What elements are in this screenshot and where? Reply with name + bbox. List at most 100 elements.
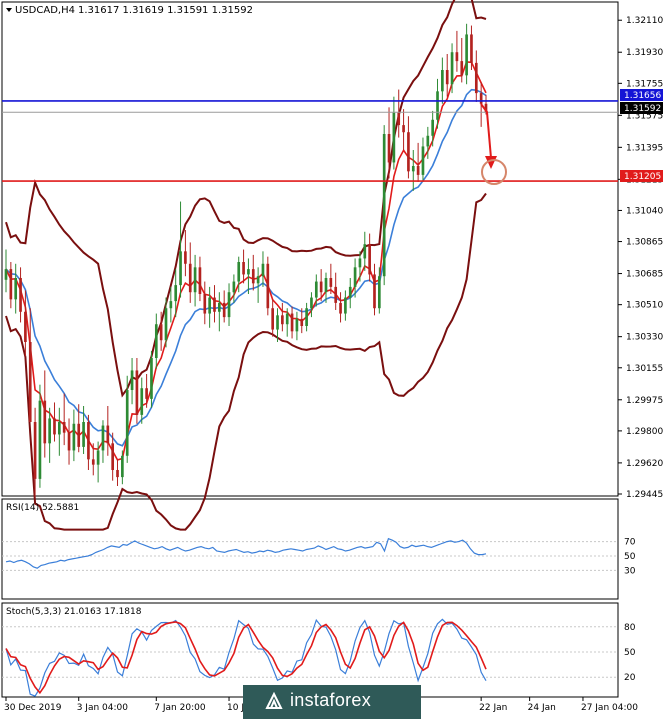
candle-body xyxy=(465,34,468,76)
price-chart-svg: 1.321101.319301.317551.315751.313951.312… xyxy=(0,0,665,719)
candle-body xyxy=(38,400,42,479)
candle-body xyxy=(91,459,95,465)
candle-body xyxy=(353,267,357,287)
candle-body xyxy=(290,313,294,332)
candle-body xyxy=(373,274,376,309)
candle-body xyxy=(135,370,139,415)
time-tick-label: 30 Dec 2019 xyxy=(4,703,62,713)
candle-body xyxy=(203,294,207,314)
candle-body xyxy=(164,308,168,341)
candle-body xyxy=(329,278,333,287)
candle-body xyxy=(314,281,318,298)
candle-body xyxy=(402,125,405,133)
time-tick-label: 22 Jan xyxy=(479,703,507,713)
candle-body xyxy=(87,422,90,460)
stoch-tick-label: 20 xyxy=(624,673,636,683)
price-tick-label: 1.32110 xyxy=(626,16,663,26)
price-tick-label: 1.29445 xyxy=(626,490,663,500)
candle-body xyxy=(62,422,66,433)
time-tick-label: 24 Jan xyxy=(528,703,556,713)
price-tick-label: 1.30155 xyxy=(626,364,663,374)
candle-body xyxy=(411,166,415,172)
price-tick-label: 1.30510 xyxy=(626,301,663,311)
candle-body xyxy=(125,390,129,456)
price-tick-label: 1.31040 xyxy=(626,206,663,216)
candle-body xyxy=(474,62,478,94)
price-tick-label: 1.29800 xyxy=(626,427,663,437)
watermark-text: instaforex xyxy=(290,690,372,710)
candle-body xyxy=(455,52,459,62)
candle-body xyxy=(426,135,430,147)
rsi-tick-label: 30 xyxy=(624,566,636,576)
candle-body xyxy=(106,425,110,444)
candle-body xyxy=(121,455,124,478)
mt4-chart-window: 1.321101.319301.317551.315751.313951.312… xyxy=(0,0,665,719)
candle-body xyxy=(450,52,454,85)
candle-body xyxy=(33,422,37,479)
candle-body xyxy=(227,292,231,318)
candle-body xyxy=(237,262,241,282)
candle-body xyxy=(382,134,386,277)
stoch-tick-label: 50 xyxy=(624,648,636,658)
candle-body xyxy=(111,443,114,470)
candle-body xyxy=(441,70,444,92)
candle-body xyxy=(48,418,51,444)
candle-body xyxy=(310,297,313,309)
candle-body xyxy=(101,425,105,451)
candle-body xyxy=(271,308,274,330)
stoch-label: Stoch(5,3,3) 21.0163 17.1818 xyxy=(6,607,142,617)
candle-body xyxy=(334,286,338,303)
candle-body xyxy=(72,423,76,451)
price-tick-label: 1.31395 xyxy=(626,143,663,153)
candle-body xyxy=(213,297,216,312)
candle-body xyxy=(392,112,396,163)
candle-body xyxy=(445,70,449,85)
price-tick-label: 1.30685 xyxy=(626,270,663,280)
candle-body xyxy=(218,302,221,312)
candle-body xyxy=(19,278,22,312)
candle-body xyxy=(198,267,202,294)
candle-body xyxy=(232,281,236,293)
candle-body xyxy=(387,134,391,163)
candle-body xyxy=(256,276,260,284)
candle-body xyxy=(348,286,352,298)
candle-body xyxy=(193,267,197,293)
time-tick-label: 3 Jan 04:00 xyxy=(77,703,129,713)
candle-body xyxy=(14,278,18,300)
candle-body xyxy=(145,388,148,399)
candle-body xyxy=(305,308,308,326)
rsi-tick-label: 70 xyxy=(624,538,636,548)
candle-body xyxy=(378,276,381,309)
candle-body xyxy=(416,166,420,175)
candle-body xyxy=(77,423,81,447)
candle-body xyxy=(397,112,401,126)
candle-body xyxy=(344,297,347,314)
candle-body xyxy=(24,311,27,342)
instaforex-logo-icon xyxy=(265,691,283,709)
price-tick-label: 1.30330 xyxy=(626,333,663,343)
candle-body xyxy=(67,432,71,451)
price-tick-label: 1.29975 xyxy=(626,396,663,406)
candle-body xyxy=(4,269,8,280)
candle-body xyxy=(154,324,158,358)
price-tick-label: 1.30865 xyxy=(626,238,663,248)
candle-body xyxy=(470,34,473,63)
candle-body xyxy=(358,258,362,268)
candle-body xyxy=(179,251,182,286)
resistance-tag: 1.31656 xyxy=(624,91,661,101)
candle-body xyxy=(208,297,211,314)
candle-body xyxy=(363,244,367,259)
candle-body xyxy=(53,418,56,435)
candle-body xyxy=(184,251,187,264)
candle-body xyxy=(159,324,163,341)
candle-body xyxy=(368,244,371,275)
candle-body xyxy=(242,262,245,275)
symbol-label: USDCAD,H4 xyxy=(15,5,75,16)
candle-body xyxy=(130,370,134,390)
candle-body xyxy=(174,285,178,302)
stoch-tick-label: 80 xyxy=(624,623,636,633)
candle-body xyxy=(281,315,284,325)
candle-body xyxy=(116,470,119,478)
candle-body xyxy=(407,132,410,172)
rsi-tick-label: 50 xyxy=(624,552,636,562)
